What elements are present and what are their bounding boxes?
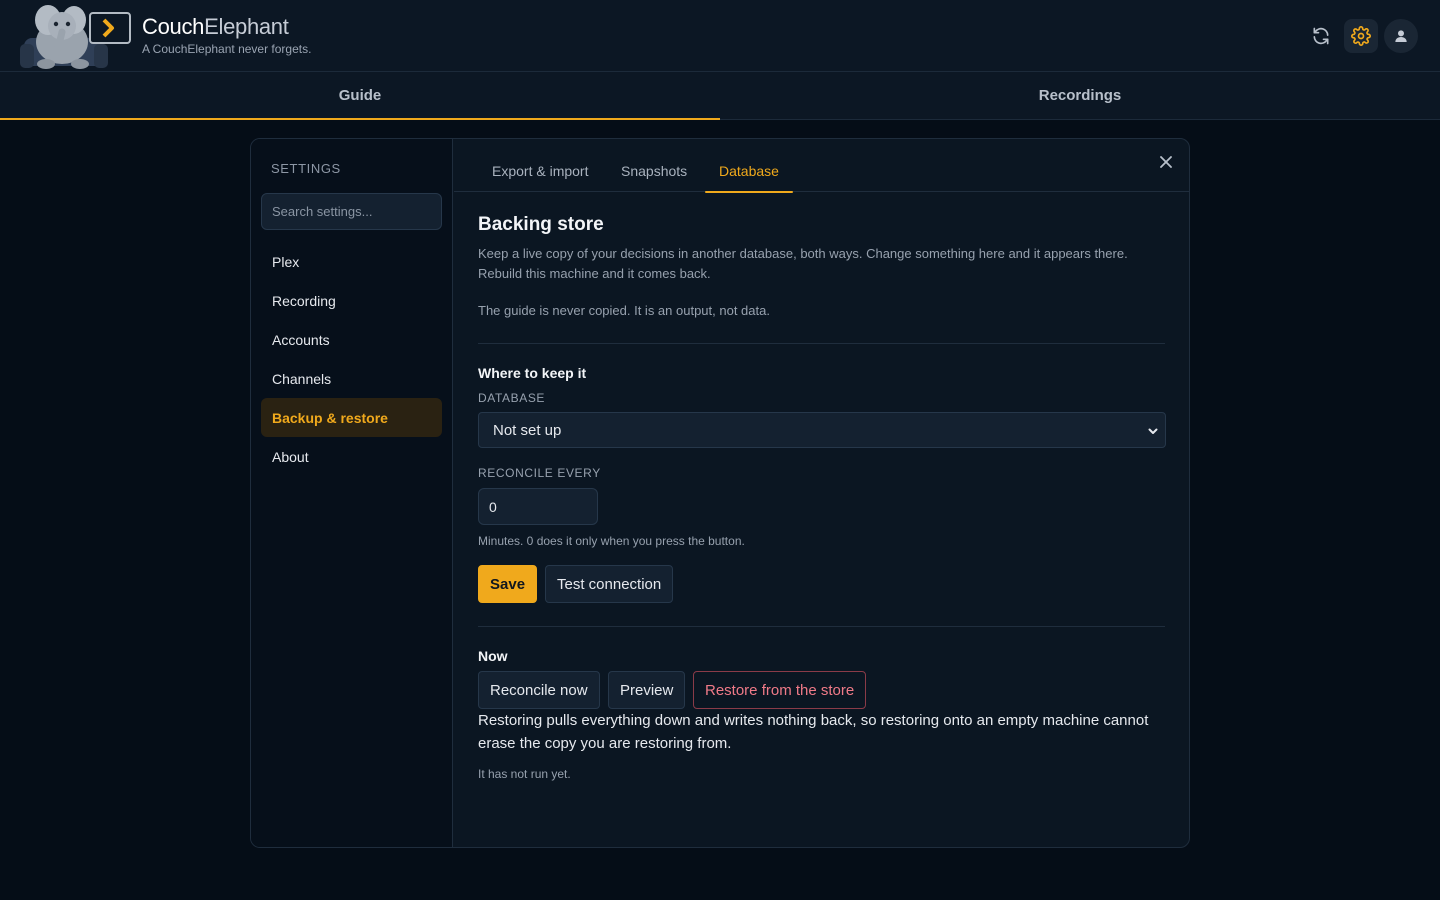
sidebar-item-backup-restore[interactable]: Backup & restore <box>261 398 442 437</box>
divider <box>478 343 1165 344</box>
guide-note: The guide is never copied. It is an outp… <box>478 303 770 318</box>
divider <box>478 626 1165 627</box>
refresh-icon <box>1313 27 1329 45</box>
brand: CouchElephant A CouchElephant never forg… <box>142 14 311 56</box>
main-nav: Guide Recordings <box>0 72 1440 120</box>
account-button[interactable] <box>1384 19 1418 53</box>
settings-tabs: Export & import Snapshots Database <box>454 139 1189 193</box>
tab-database[interactable]: Database <box>705 154 793 193</box>
gear-icon <box>1351 26 1371 46</box>
settings-panel: SETTINGS Plex Recording Accounts Channel… <box>250 138 1190 848</box>
reconcile-now-button[interactable]: Reconcile now <box>478 671 600 709</box>
sidebar-item-plex[interactable]: Plex <box>261 242 442 281</box>
database-label: DATABASE <box>478 391 546 405</box>
reconcile-every-label: RECONCILE EVERY <box>478 466 601 480</box>
settings-button[interactable] <box>1344 19 1378 53</box>
database-select[interactable]: Not set up <box>478 412 1166 448</box>
tab-snapshots[interactable]: Snapshots <box>607 154 701 192</box>
run-status: It has not run yet. <box>478 767 571 781</box>
settings-sidebar: SETTINGS Plex Recording Accounts Channel… <box>251 139 453 847</box>
save-button[interactable]: Save <box>478 565 538 603</box>
tab-export-import[interactable]: Export & import <box>478 154 602 192</box>
reconcile-interval-input[interactable] <box>478 488 598 525</box>
sidebar-item-accounts[interactable]: Accounts <box>261 320 442 359</box>
backing-description: Keep a live copy of your decisions in an… <box>478 246 1128 281</box>
user-icon <box>1395 30 1407 42</box>
database-select-value: Not set up <box>493 422 562 439</box>
restore-button[interactable]: Restore from the store <box>693 671 867 709</box>
section-title: Backing store <box>478 214 604 235</box>
brand-name: CouchElephant <box>142 14 311 40</box>
chevron-down-icon <box>1148 428 1158 434</box>
where-to-keep-heading: Where to keep it <box>478 365 587 381</box>
now-heading: Now <box>478 648 508 664</box>
settings-nav-list: Plex Recording Accounts Channels Backup … <box>261 242 442 476</box>
header-actions <box>1304 19 1418 53</box>
nav-tab-recordings[interactable]: Recordings <box>720 72 1440 119</box>
refresh-button[interactable] <box>1304 19 1338 53</box>
brand-tagline: A CouchElephant never forgets. <box>142 42 312 56</box>
sidebar-item-recording[interactable]: Recording <box>261 281 442 320</box>
sidebar-item-channels[interactable]: Channels <box>261 359 442 398</box>
restore-description: Restoring pulls everything down and writ… <box>478 712 1149 752</box>
top-bar: CouchElephant A CouchElephant never forg… <box>0 0 1440 72</box>
settings-search-input[interactable] <box>261 193 442 230</box>
brand-name-part2: Elephant <box>204 14 289 39</box>
test-connection-button[interactable]: Test connection <box>545 565 674 603</box>
reconcile-hint: Minutes. 0 does it only when you press t… <box>478 534 745 548</box>
brand-name-part1: Couch <box>142 14 205 39</box>
settings-title: SETTINGS <box>271 161 341 176</box>
nav-tab-guide[interactable]: Guide <box>0 72 720 120</box>
sidebar-item-about[interactable]: About <box>261 437 442 476</box>
close-icon <box>1160 156 1172 168</box>
settings-content: Export & import Snapshots Database Backi… <box>454 139 1189 847</box>
close-settings-button[interactable] <box>1157 153 1175 171</box>
preview-button[interactable]: Preview <box>608 671 686 709</box>
couchelephant-logo[interactable] <box>18 0 134 72</box>
